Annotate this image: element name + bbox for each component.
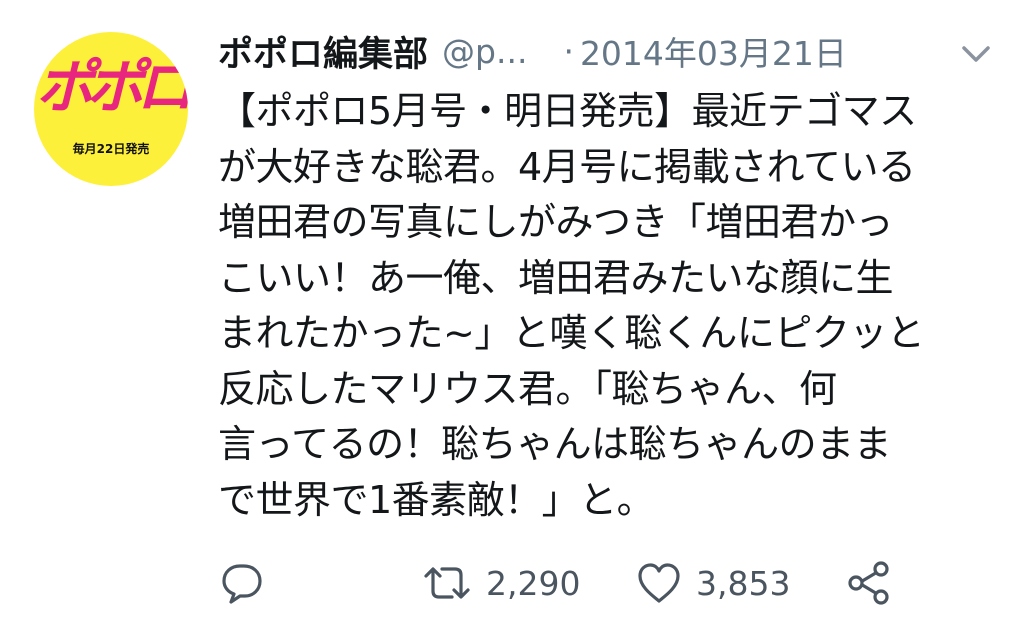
display-name[interactable]: ポポロ編集部 [218,26,428,77]
share-button[interactable] [846,558,892,608]
share-icon [846,560,892,606]
user-handle[interactable]: @p... [442,32,527,71]
reply-button[interactable] [220,558,264,608]
avatar-logo: ポポロ [35,53,188,121]
tweet-actions: 2,290 3,853 [216,558,916,608]
tweet-text: 【ポポロ5月号・明日発売】最近テゴマス が大好きな聡君。4月号に掲載されている … [218,89,925,522]
avatar-subtitle: 毎月22日発売 [72,142,150,156]
like-button[interactable]: 3,853 [636,558,790,608]
header-separator: · [563,31,574,71]
retweet-count: 2,290 [486,563,581,603]
retweet-icon [422,561,472,605]
chevron-down-icon[interactable] [956,38,996,70]
retweet-button[interactable]: 2,290 [422,558,580,608]
tweet-date[interactable]: 2014年03月21日 [580,27,847,75]
tweet-header: ポポロ編集部 @p... · 2014年03月21日 [218,26,1008,76]
reply-icon [220,561,264,605]
avatar[interactable]: ポポロ 毎月22日発売 [34,32,188,186]
heart-icon [636,561,682,605]
like-count: 3,853 [696,563,791,603]
